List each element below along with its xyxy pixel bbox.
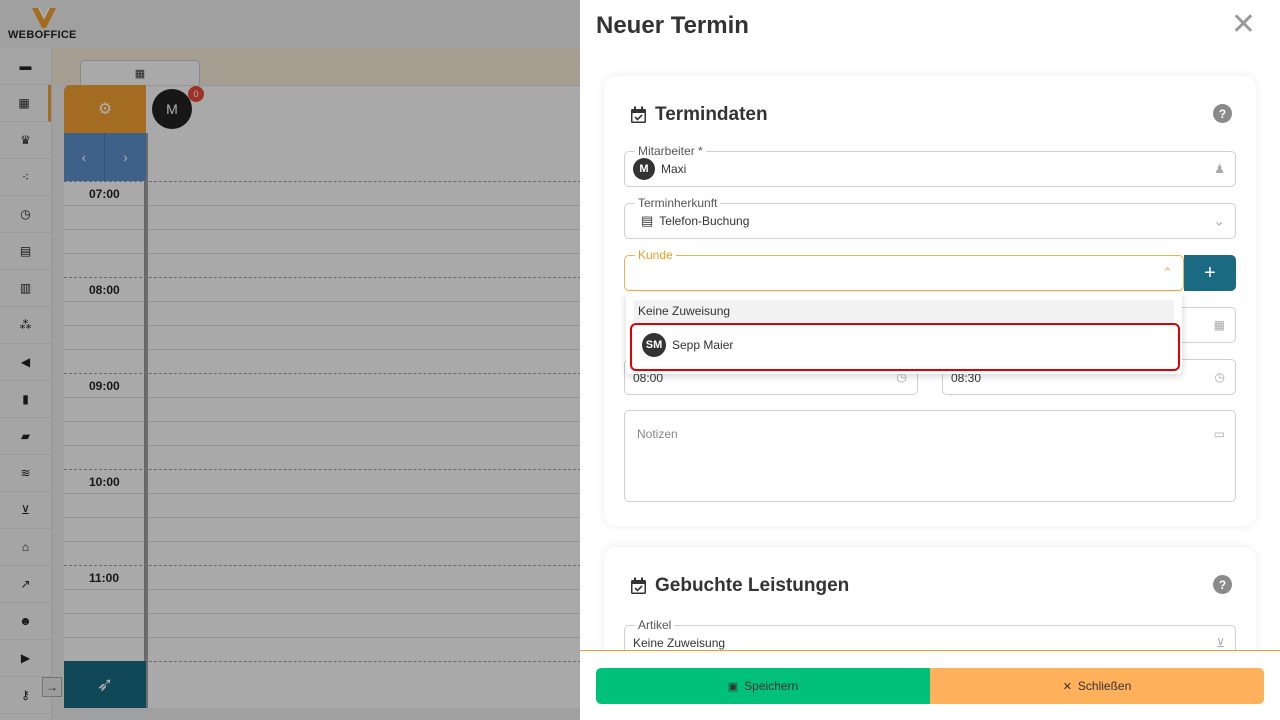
person-icon: ♟: [1214, 162, 1225, 176]
add-customer-button[interactable]: +: [1184, 255, 1236, 291]
selection-highlight: [630, 323, 1180, 371]
article-field-label: Artikel: [635, 618, 675, 632]
clock-icon: ◷: [1214, 370, 1225, 384]
save-button-label: Speichern: [744, 679, 799, 693]
phone-book-icon: ▤: [641, 213, 654, 228]
customer-select[interactable]: Kunde ⌃: [624, 248, 1184, 291]
calendar-check-icon: [631, 577, 646, 594]
article-value: Keine Zuweisung: [633, 636, 726, 650]
help-icon[interactable]: ?: [1213, 575, 1232, 594]
employee-field[interactable]: Mitarbeiter * M Maxi ♟: [624, 144, 1236, 187]
close-icon[interactable]: ✕: [1231, 10, 1256, 40]
employee-name: Maxi: [661, 162, 687, 176]
avatar: M: [633, 158, 655, 180]
close-icon: ✕: [1062, 680, 1072, 693]
modal-backdrop[interactable]: [0, 0, 580, 720]
section-title-services: Gebuchte Leistungen: [630, 575, 849, 597]
chevron-down-icon: ⌄: [1213, 212, 1225, 229]
comment-icon: ▭: [1213, 427, 1225, 441]
save-icon: ▣: [727, 680, 739, 693]
plus-icon: +: [1204, 261, 1216, 284]
section-title-text: Gebuchte Leistungen: [655, 575, 850, 596]
help-icon[interactable]: ?: [1213, 104, 1232, 123]
section-title-text: Termindaten: [655, 104, 768, 125]
origin-select[interactable]: Terminherkunft ▤ Telefon-Buchung ⌄: [624, 196, 1236, 239]
origin-value: ▤ Telefon-Buchung: [633, 213, 749, 229]
save-button[interactable]: ▣ Speichern: [596, 668, 930, 704]
dropdown-no-assignment[interactable]: Keine Zuweisung: [634, 300, 1174, 322]
notes-placeholder: Notizen: [637, 427, 678, 441]
cart-icon: ⊻: [1216, 636, 1225, 650]
origin-field-label: Terminherkunft: [635, 196, 721, 210]
drawer-title: Neuer Termin: [596, 12, 749, 39]
employee-value: M Maxi: [633, 158, 686, 180]
chevron-up-icon: ⌃: [1162, 265, 1173, 280]
employee-field-label: Mitarbeiter *: [635, 144, 706, 158]
origin-value-text: Telefon-Buchung: [659, 214, 750, 228]
notes-textarea[interactable]: Notizen ▭: [624, 410, 1236, 502]
calendar-check-icon: [631, 106, 646, 123]
close-button[interactable]: ✕ Schließen: [930, 668, 1264, 704]
calendar-icon: ▦: [1213, 318, 1225, 332]
customer-field-label: Kunde: [635, 248, 676, 262]
drawer-footer: ▣ Speichern ✕ Schließen: [580, 650, 1280, 720]
close-button-label: Schließen: [1077, 679, 1132, 693]
section-title-appointment: Termindaten: [630, 104, 768, 126]
